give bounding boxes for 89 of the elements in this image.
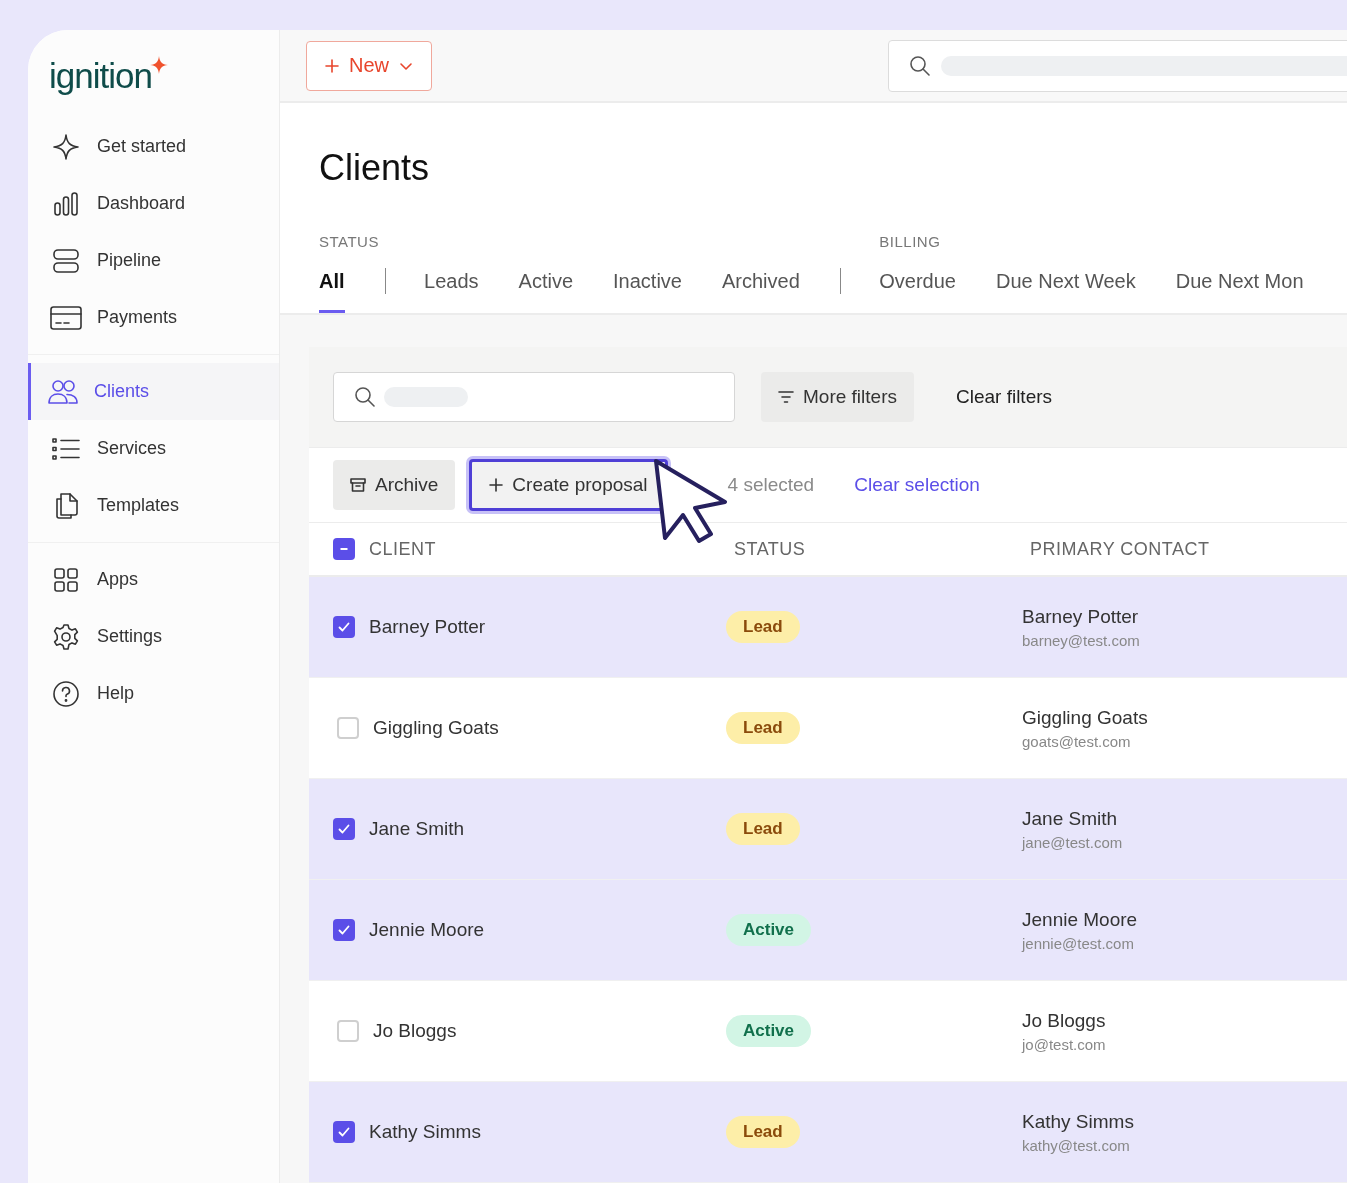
checkbox[interactable] — [333, 1121, 355, 1143]
filter-tab[interactable]: Inactive — [613, 262, 682, 313]
contact-name: Jo Bloggs — [1022, 1009, 1106, 1032]
contact-name: Kathy Simms — [1022, 1110, 1134, 1133]
column-header: CLIENT — [369, 538, 436, 560]
client-name: Jennie Moore — [369, 919, 485, 941]
search-icon — [909, 54, 931, 77]
stacked-bars-icon — [52, 247, 80, 274]
filter-icon — [778, 390, 794, 404]
client-name: Barney Potter — [369, 616, 486, 638]
column-header: STATUS — [734, 538, 806, 560]
checkmark-icon — [337, 1125, 351, 1139]
nav-item[interactable]: Payments — [28, 289, 279, 346]
nav-item[interactable]: Settings — [28, 608, 279, 665]
client-name: Jane Smith — [369, 818, 465, 840]
checkbox[interactable] — [333, 919, 355, 941]
filter-tab[interactable]: Archived — [721, 262, 800, 313]
more-filters-button[interactable]: More filters — [761, 372, 914, 422]
status-badge: Active — [726, 914, 812, 946]
column-header: PRIMARY CONTACT — [1030, 538, 1210, 560]
nav-item[interactable]: Dashboard — [28, 175, 279, 232]
client-name: Jo Bloggs — [373, 1020, 457, 1042]
sparkle-icon — [52, 132, 80, 161]
contact-name: Giggling Goats — [1022, 706, 1148, 729]
checkbox[interactable] — [337, 717, 359, 739]
checkmark-icon — [337, 822, 351, 836]
contact-name: Jennie Moore — [1022, 908, 1138, 931]
checkmark-icon — [337, 620, 351, 634]
contact-email: kathy@test.com — [1022, 1136, 1130, 1154]
list-icon — [52, 436, 80, 461]
clear-selection-link[interactable]: Clear selection — [854, 474, 980, 496]
checkbox[interactable] — [333, 538, 355, 560]
selected-count: 4 selected — [727, 474, 815, 496]
nav-item[interactable]: Templates — [28, 477, 279, 534]
filter-tab[interactable]: Due Next Mon — [1175, 262, 1304, 313]
plus-icon — [325, 58, 339, 73]
logo: ignition — [49, 55, 152, 97]
checkbox[interactable] — [333, 616, 355, 638]
filter-tab[interactable]: Active — [518, 262, 574, 313]
client-name: Giggling Goats — [373, 717, 499, 739]
nav-item[interactable]: Pipeline — [28, 232, 279, 289]
contact-email: jo@test.com — [1022, 1035, 1106, 1053]
contact-email: goats@test.com — [1022, 732, 1131, 750]
star-icon — [149, 56, 168, 74]
help-icon — [52, 679, 80, 708]
filter-tab[interactable]: Due Next Week — [996, 262, 1136, 313]
grid-icon — [53, 566, 79, 593]
contact-email: barney@test.com — [1022, 631, 1140, 649]
contact-name: Barney Potter — [1022, 605, 1139, 628]
bar-chart-icon — [53, 190, 79, 217]
people-icon — [47, 377, 79, 406]
filter-group-label: STATUS — [319, 233, 380, 250]
nav-item[interactable]: Clients — [28, 363, 279, 420]
table-row[interactable]: Kathy Simms Lead Kathy Simms kathy@test.com — [309, 1082, 1347, 1183]
search-icon — [354, 386, 376, 408]
nav-item[interactable]: Help — [28, 665, 279, 722]
nav-item[interactable]: Get started — [28, 118, 279, 175]
nav-item[interactable]: Services — [28, 420, 279, 477]
contact-email: jennie@test.com — [1022, 934, 1134, 952]
bulk-action-button[interactable]: Create proposal — [469, 459, 668, 511]
page-title: Clients — [319, 147, 431, 189]
search-field[interactable] — [888, 39, 1347, 92]
checkmark-icon — [337, 923, 351, 937]
bulk-action-button[interactable]: Archive — [333, 460, 456, 510]
table-row[interactable]: Jennie Moore Active Jennie Moore jennie@test.com — [309, 880, 1347, 981]
documents-icon — [53, 491, 79, 520]
status-badge: Lead — [726, 611, 800, 643]
client-name: Kathy Simms — [369, 1121, 481, 1143]
status-badge: Lead — [726, 712, 800, 744]
archive-icon — [350, 477, 366, 493]
clear-filters-link[interactable]: Clear filters — [955, 386, 1053, 408]
status-badge: Active — [726, 1015, 812, 1047]
filter-tab[interactable]: Leads — [424, 262, 479, 313]
status-badge: Lead — [726, 1116, 800, 1148]
new-button[interactable]: New — [306, 40, 432, 91]
filter-group-label: BILLING — [879, 233, 942, 250]
checkbox[interactable] — [337, 1020, 359, 1042]
table-row[interactable]: Jane Smith Lead Jane Smith jane@test.com — [309, 779, 1347, 880]
contact-name: Jane Smith — [1022, 807, 1118, 830]
contact-email: jane@test.com — [1022, 833, 1123, 851]
plus-icon — [489, 478, 504, 492]
table-row[interactable]: Barney Potter Lead Barney Potter barney@test.com — [309, 577, 1347, 678]
card-icon — [49, 303, 83, 332]
status-badge: Lead — [726, 813, 800, 845]
search-field[interactable] — [333, 372, 735, 422]
checkbox[interactable] — [333, 818, 355, 840]
nav-item[interactable]: Apps — [28, 551, 279, 608]
filter-tab[interactable]: Overdue — [879, 262, 956, 313]
settings-icon — [52, 622, 80, 651]
